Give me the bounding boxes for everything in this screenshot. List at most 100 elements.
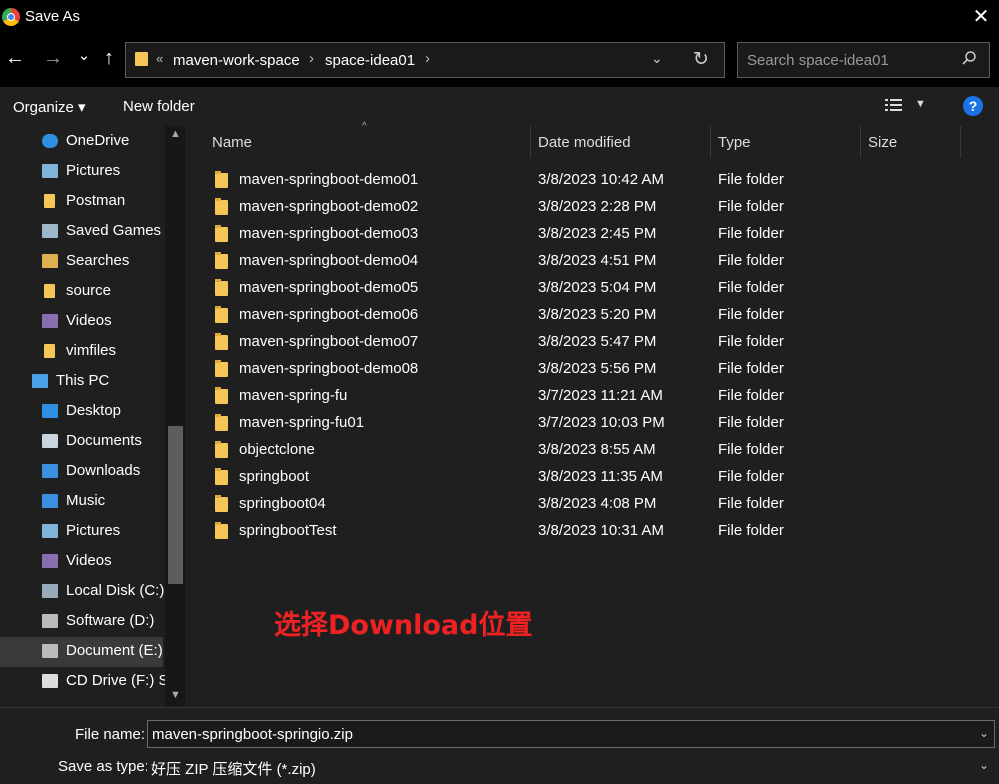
forward-button[interactable]: →: [40, 43, 66, 73]
windows-drive-icon: [42, 584, 58, 598]
file-row[interactable]: objectclone 3/8/2023 8:55 AM File folder: [188, 437, 978, 464]
scroll-down-button[interactable]: ▼: [170, 689, 181, 701]
sidebar-item-label: Saved Games: [66, 222, 162, 239]
save-as-type-dropdown-icon[interactable]: ⌄: [979, 758, 989, 772]
desktop-icon: [42, 404, 58, 418]
breadcrumb-separator[interactable]: ›: [309, 50, 314, 67]
file-name: maven-springboot-demo06: [239, 306, 419, 323]
close-button[interactable]: ✕: [965, 2, 997, 32]
breadcrumb-overflow[interactable]: «: [156, 51, 163, 66]
cloud-icon: [42, 134, 58, 148]
folder-icon: [215, 198, 228, 215]
cd-drive-icon: [42, 674, 58, 688]
folder-icon: [215, 522, 228, 539]
drive-icon: [42, 614, 58, 628]
file-row[interactable]: maven-springboot-demo07 3/8/2023 5:47 PM F…: [188, 329, 978, 356]
up-button[interactable]: ↑: [96, 43, 122, 73]
column-divider[interactable]: [530, 126, 531, 158]
column-header-type[interactable]: Type: [718, 134, 751, 151]
breadcrumb-separator[interactable]: ›: [425, 50, 430, 67]
file-name-label: File name:: [75, 726, 146, 743]
address-dropdown-button[interactable]: ⌄: [651, 50, 663, 67]
file-row[interactable]: springbootTest 3/8/2023 10:31 AM File fold…: [188, 518, 978, 545]
title-bar: [0, 0, 999, 35]
sidebar-item-label: Software (D:): [66, 612, 155, 629]
sidebar-item-label: This PC: [56, 372, 110, 389]
file-row[interactable]: maven-springboot-demo08 3/8/2023 5:56 PM F…: [188, 356, 978, 383]
videos-icon: [42, 554, 58, 568]
file-name: springbootTest: [239, 522, 337, 539]
help-button[interactable]: ?: [963, 96, 983, 116]
file-name: objectclone: [239, 441, 315, 458]
file-name: maven-springboot-demo05: [239, 279, 419, 296]
column-divider[interactable]: [710, 126, 711, 158]
folder-icon: [215, 171, 228, 188]
folder-icon: [215, 225, 228, 242]
folder-icon: [44, 194, 55, 208]
file-row[interactable]: maven-springboot-demo02 3/8/2023 2:28 PM F…: [188, 194, 978, 221]
file-row[interactable]: maven-springboot-demo03 3/8/2023 2:45 PM F…: [188, 221, 978, 248]
file-date: 3/8/2023 5:04 PM: [538, 279, 657, 296]
documents-icon: [42, 434, 58, 448]
sidebar-item-label: Videos: [66, 552, 112, 569]
file-type: File folder: [718, 225, 784, 242]
file-name-dropdown-icon[interactable]: ⌄: [979, 726, 989, 740]
file-row[interactable]: maven-spring-fu 3/7/2023 11:21 AM File fol…: [188, 383, 978, 410]
file-date: 3/8/2023 5:20 PM: [538, 306, 657, 323]
file-row[interactable]: maven-springboot-demo05 3/8/2023 5:04 PM F…: [188, 275, 978, 302]
file-name: maven-springboot-demo03: [239, 225, 419, 242]
file-row[interactable]: maven-springboot-demo01 3/8/2023 10:42 AM…: [188, 167, 978, 194]
refresh-button[interactable]: ↻: [693, 48, 709, 71]
file-row[interactable]: maven-springboot-demo06 3/8/2023 5:20 PM F…: [188, 302, 978, 329]
view-dropdown-icon[interactable]: ▼: [915, 98, 926, 110]
folder-icon: [215, 360, 228, 377]
sidebar-item-label: OneDrive: [66, 132, 130, 149]
search-icon[interactable]: [961, 50, 977, 71]
file-row[interactable]: springboot04 3/8/2023 4:08 PM File folder: [188, 491, 978, 518]
column-header-size[interactable]: Size: [868, 134, 897, 151]
save-as-type-value[interactable]: 好压 ZIP 压缩文件 (*.zip): [151, 758, 316, 779]
music-icon: [42, 494, 58, 508]
recent-locations-button[interactable]: ⌄: [71, 41, 97, 71]
organize-button[interactable]: Organize ▾: [13, 98, 86, 116]
folder-icon: [215, 387, 228, 404]
folder-icon: [215, 279, 228, 296]
file-date: 3/8/2023 11:35 AM: [538, 468, 663, 485]
sidebar-item-label: Postman: [66, 192, 126, 209]
file-date: 3/8/2023 5:47 PM: [538, 333, 657, 350]
breadcrumb-item[interactable]: space-idea01: [325, 52, 415, 69]
file-row[interactable]: springboot 3/8/2023 11:35 AM File folder: [188, 464, 978, 491]
sidebar-scrollbar[interactable]: [165, 126, 185, 706]
file-name-value[interactable]: maven-springboot-springio.zip: [152, 726, 353, 743]
file-name: springboot: [239, 468, 310, 485]
file-row[interactable]: maven-spring-fu01 3/7/2023 10:03 PM File f…: [188, 410, 978, 437]
sidebar-item-label: source: [66, 282, 112, 299]
file-name: springboot04: [239, 495, 326, 512]
scroll-up-button[interactable]: ▲: [170, 128, 181, 140]
column-header-name[interactable]: Name: [212, 134, 252, 151]
search-placeholder: Search space-idea01: [747, 52, 889, 69]
folder-icon: [215, 252, 228, 269]
chrome-icon: [2, 8, 20, 26]
column-header-date[interactable]: Date modified: [538, 134, 631, 151]
file-name: maven-spring-fu: [239, 387, 348, 404]
sidebar-item-label: Pictures: [66, 522, 121, 539]
file-row[interactable]: maven-springboot-demo04 3/8/2023 4:51 PM F…: [188, 248, 978, 275]
column-divider[interactable]: [860, 126, 861, 158]
view-options-icon[interactable]: [885, 98, 903, 115]
back-button[interactable]: ←: [2, 43, 28, 73]
scrollbar-thumb[interactable]: [168, 426, 183, 584]
computer-icon: [32, 374, 48, 388]
save-as-type-label: Save as type:: [58, 758, 149, 775]
file-date: 3/8/2023 10:42 AM: [538, 171, 664, 188]
new-folder-button[interactable]: New folder: [123, 98, 195, 115]
searches-icon: [42, 254, 58, 268]
file-type: File folder: [718, 171, 784, 188]
column-divider[interactable]: [960, 126, 961, 158]
file-date: 3/8/2023 5:56 PM: [538, 360, 657, 377]
file-date: 3/8/2023 2:28 PM: [538, 198, 657, 215]
sidebar-item-label: Searches: [66, 252, 130, 269]
pictures-icon: [42, 524, 58, 538]
breadcrumb-item[interactable]: maven-work-space: [173, 52, 300, 69]
sidebar-item-label: vimfiles: [66, 342, 117, 359]
